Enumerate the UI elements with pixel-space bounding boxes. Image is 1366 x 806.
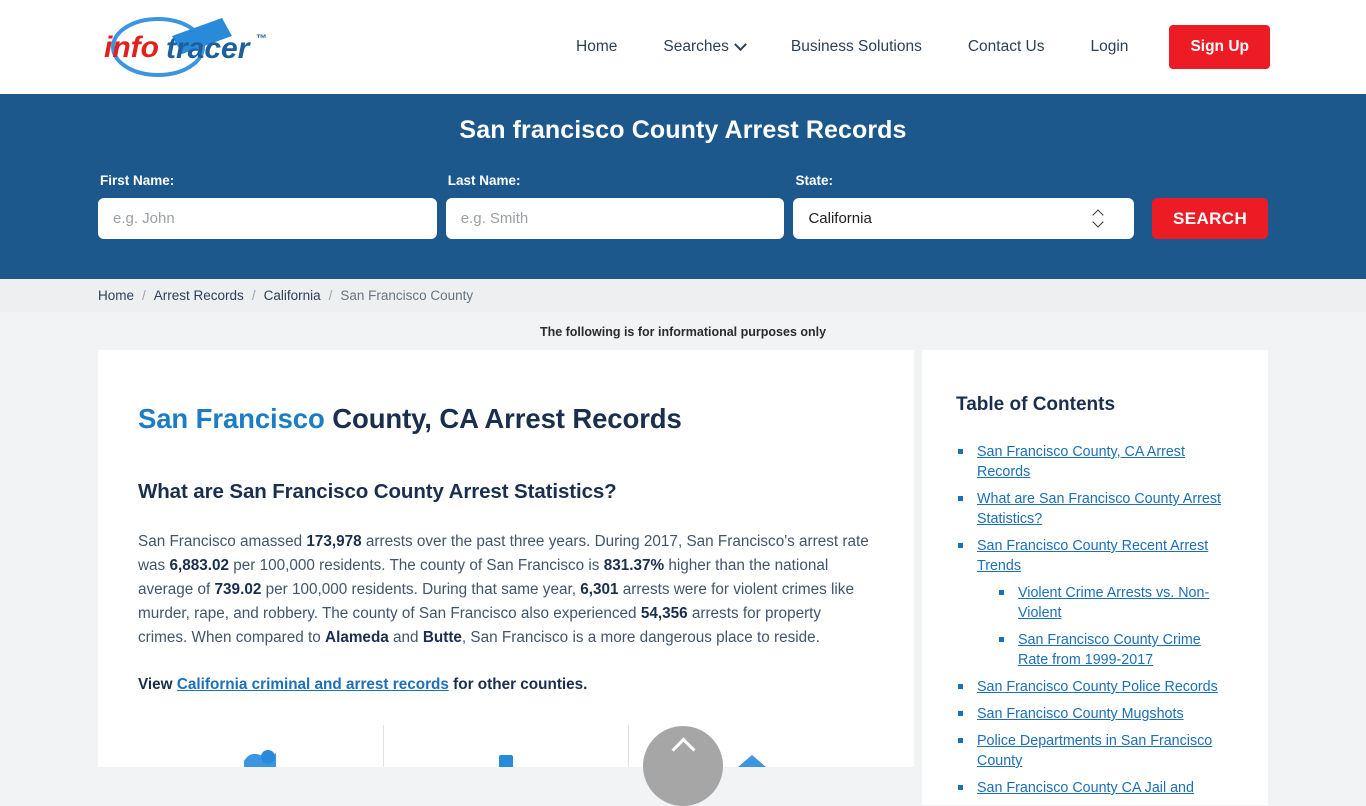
toc-item: San Francisco County CA Jail and	[956, 778, 1234, 798]
police-badge-icon	[737, 755, 766, 768]
toc-link-violent-vs-nonviolent[interactable]: Violent Crime Arrests vs. Non-Violent	[1018, 585, 1209, 621]
breadcrumb-item-current: San Francisco County	[340, 288, 474, 303]
toc-item: San Francisco County, CA Arrest Records	[956, 442, 1234, 482]
breadcrumb: Home / Arrest Records / California / San…	[0, 279, 1366, 312]
nav-item-login[interactable]: Login	[1068, 38, 1152, 56]
nav-item-business-solutions[interactable]: Business Solutions	[768, 38, 945, 56]
toc-item: Police Departments in San Francisco Coun…	[956, 731, 1234, 771]
banner-title: San francisco County Arrest Records	[459, 116, 907, 144]
breadcrumb-separator: /	[251, 288, 256, 303]
last-name-label: Last Name:	[447, 173, 521, 188]
handcuffs-icon-cell[interactable]	[138, 725, 383, 768]
toc-item: San Francisco County Recent Arrest Trend…	[956, 536, 1234, 670]
stat-total-arrests: 173,978	[306, 533, 362, 551]
first-name-label: First Name:	[100, 173, 175, 188]
state-label: State:	[795, 173, 833, 188]
infotracer-logo[interactable]: info tracer ™	[98, 14, 283, 80]
california-records-link[interactable]: California criminal and arrest records	[177, 676, 449, 693]
text-segment: View	[138, 676, 177, 694]
toc-item: San Francisco County Police Records	[956, 677, 1234, 697]
toc-list: San Francisco County, CA Arrest Records …	[956, 442, 1234, 798]
last-name-field-group: Last Name:	[445, 173, 785, 239]
stat-icon-strip	[138, 725, 874, 768]
toc-link-recent-arrest-trends[interactable]: San Francisco County Recent Arrest Trend…	[977, 538, 1208, 574]
handcuffs-icon	[244, 750, 277, 768]
select-spinner-icon	[1093, 209, 1105, 229]
toc-link-mugshots[interactable]: San Francisco County Mugshots	[977, 706, 1184, 722]
chevron-down-icon	[733, 37, 747, 51]
search-banner: San francisco County Arrest Records Firs…	[0, 94, 1366, 279]
logo-graphic: info tracer ™	[104, 17, 267, 77]
toc-sub-item: Violent Crime Arrests vs. Non-Violent	[997, 583, 1234, 623]
county-compare-alameda: Alameda	[325, 629, 389, 647]
stat-national-average: 739.02	[214, 581, 262, 599]
main-navigation: Home Searches Business Solutions Contact…	[553, 25, 1270, 69]
nav-item-searches[interactable]: Searches	[640, 37, 767, 56]
table-of-contents-card: Table of Contents San Francisco County, …	[922, 350, 1268, 805]
last-name-input[interactable]	[445, 198, 785, 239]
article-card: San Francisco County, CA Arrest Records …	[98, 350, 914, 768]
toc-link-police-departments[interactable]: Police Departments in San Francisco Coun…	[977, 733, 1212, 769]
text-segment: , San Francisco is a more dangerous plac…	[461, 629, 820, 647]
stat-arrest-rate: 6,883.02	[169, 557, 229, 575]
text-segment: and	[388, 629, 423, 647]
first-name-field-group: First Name:	[98, 173, 437, 239]
breadcrumb-item-arrest-records[interactable]: Arrest Records	[154, 288, 244, 303]
county-compare-butte: Butte	[422, 629, 462, 647]
nav-item-label: Contact Us	[967, 38, 1045, 55]
stat-violent-arrests: 6,301	[580, 581, 619, 599]
svg-text:tracer: tracer	[166, 32, 252, 65]
view-other-counties-line: View California criminal and arrest reco…	[138, 673, 874, 697]
toc-title: Table of Contents	[956, 394, 1116, 415]
svg-text:™: ™	[256, 33, 267, 45]
stat-property-arrests: 54,356	[640, 605, 688, 623]
toc-link-arrest-records[interactable]: San Francisco County, CA Arrest Records	[977, 444, 1185, 480]
nav-item-label: Business Solutions	[790, 38, 922, 55]
section-heading-arrest-statistics: What are San Francisco County Arrest Sta…	[138, 480, 617, 504]
search-button[interactable]: SEARCH	[1152, 198, 1268, 239]
state-field-group: State: California	[793, 173, 1135, 239]
toc-link-crime-rate-1999-2017[interactable]: San Francisco County Crime Rate from 199…	[1018, 632, 1201, 668]
arrest-record-search-form: First Name: Last Name: State: California…	[98, 173, 1268, 239]
page-title-rest: County, CA Arrest Records	[324, 403, 682, 434]
text-segment: for other counties.	[448, 676, 588, 694]
nav-item-label: Login	[1090, 38, 1129, 55]
first-name-input[interactable]	[98, 198, 437, 239]
page-title: San Francisco County, CA Arrest Records	[138, 402, 874, 436]
nav-item-contact-us[interactable]: Contact Us	[945, 38, 1068, 56]
document-icon-cell[interactable]	[384, 725, 629, 768]
nav-item-label: Home	[576, 38, 618, 55]
state-select[interactable]: California	[793, 198, 1135, 239]
sign-up-button[interactable]: Sign Up	[1169, 25, 1270, 69]
svg-text:info: info	[104, 31, 159, 64]
state-select-value: California	[808, 210, 872, 227]
document-icon	[499, 755, 513, 768]
scroll-to-top-button[interactable]	[643, 726, 723, 806]
toc-link-arrest-statistics[interactable]: What are San Francisco County Arrest Sta…	[977, 491, 1221, 527]
breadcrumb-item-california[interactable]: California	[264, 288, 321, 303]
breadcrumb-item-home[interactable]: Home	[98, 288, 134, 303]
stat-percent-higher: 831.37%	[603, 557, 665, 575]
toc-link-police-records[interactable]: San Francisco County Police Records	[977, 679, 1218, 695]
toc-item: San Francisco County Mugshots	[956, 704, 1234, 724]
breadcrumb-separator: /	[142, 288, 146, 303]
page-title-highlight: San Francisco	[138, 403, 325, 434]
nav-item-home[interactable]: Home	[553, 38, 640, 56]
site-header: info tracer ™ Home Searches Business Sol…	[0, 0, 1366, 94]
toc-sublist: Violent Crime Arrests vs. Non-Violent Sa…	[977, 583, 1234, 670]
toc-link-jail-and-inmate[interactable]: San Francisco County CA Jail and	[977, 780, 1194, 796]
text-segment: San Francisco amassed	[138, 533, 307, 551]
arrest-statistics-paragraph: San Francisco amassed 173,978 arrests ov…	[138, 530, 874, 650]
nav-item-label: Searches	[663, 38, 729, 55]
text-segment: per 100,000 residents. During that same …	[261, 581, 581, 599]
text-segment: per 100,000 residents. The county of San…	[229, 557, 604, 575]
chevron-up-icon	[670, 737, 696, 762]
toc-item: What are San Francisco County Arrest Sta…	[956, 489, 1234, 529]
informational-disclaimer: The following is for informational purpo…	[539, 325, 827, 339]
toc-sub-item: San Francisco County Crime Rate from 199…	[997, 630, 1234, 670]
breadcrumb-separator: /	[328, 288, 333, 303]
